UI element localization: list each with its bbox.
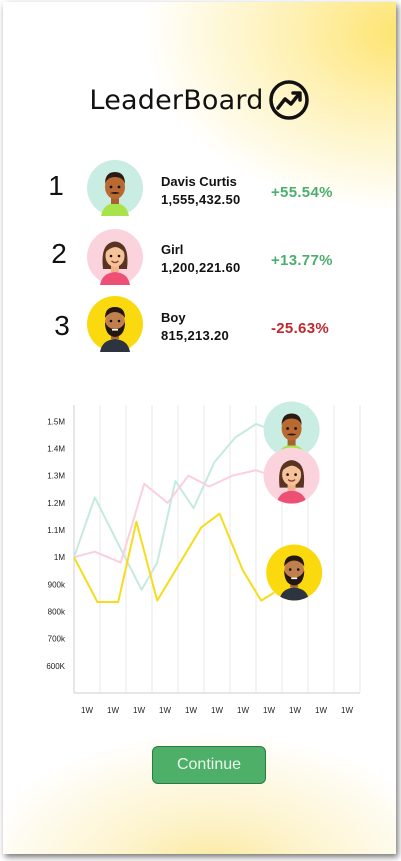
rank-number: 2 [51, 238, 67, 269]
x-tick-label: 1W [107, 706, 119, 715]
x-tick-label: 1W [289, 706, 301, 715]
x-tick-label: 1W [315, 706, 327, 715]
series-line-1 [73, 423, 272, 591]
x-tick-label: 1W [159, 706, 171, 715]
performance-line-chart: 600K 700k 800k 900k 1M 1.1M 1.2M 1.3M 1.4M 1.5M 1W… [46, 401, 361, 715]
leader-change: -25.63% [271, 320, 329, 337]
leader-amount: 815,213.20 [161, 328, 230, 343]
leader-amount: 1,555,432.50 [161, 192, 241, 207]
leader-change: +55.54% [271, 184, 333, 201]
x-tick-label: 1W [81, 706, 93, 715]
series-line-3 [73, 512, 275, 603]
y-tick-label: 1.3M [47, 472, 65, 481]
leader-amount: 1,200,221.60 [161, 260, 241, 275]
x-tick-label: 1W [211, 706, 223, 715]
leader-name: Girl [161, 242, 184, 257]
bearded-man-avatar-icon [87, 296, 143, 352]
y-tick-label: 1M [54, 553, 65, 562]
continue-button[interactable]: Continue [152, 746, 266, 784]
leader-name: Davis Curtis [161, 174, 237, 189]
bearded-man-avatar-icon [266, 544, 323, 601]
leader-row-1[interactable]: 1 Davis Curtis 1,555,432.50 +55.54% [3, 160, 396, 220]
woman-avatar-icon [263, 447, 320, 504]
y-tick-label: 600K [46, 662, 65, 671]
x-tick-label: 1W [341, 706, 353, 715]
y-tick-label: 1.2M [47, 499, 65, 508]
y-tick-label: 1.1M [47, 526, 65, 535]
y-tick-label: 900k [48, 580, 66, 589]
leaderboard-screen: LeaderBoard 1 Davis Curtis 1,555,432.50 … [3, 2, 396, 854]
rank-number: 1 [48, 170, 64, 201]
x-tick-label: 1W [185, 706, 197, 715]
woman-avatar-icon [87, 229, 143, 285]
trending-up-icon [268, 80, 309, 120]
leader-row-3[interactable]: 3 Boy 815,213.20 -25.63% [3, 296, 396, 356]
leader-name: Boy [161, 310, 186, 325]
y-tick-label: 700k [48, 635, 66, 644]
x-tick-label: 1W [133, 706, 145, 715]
y-tick-label: 1.4M [47, 444, 65, 453]
leader-change: +13.77% [271, 252, 333, 269]
x-tick-label: 1W [237, 706, 249, 715]
man-avatar-icon [87, 160, 143, 216]
y-tick-label: 800k [48, 607, 66, 616]
x-tick-label: 1W [263, 706, 275, 715]
rank-number: 3 [54, 310, 70, 341]
page-title: LeaderBoard [89, 84, 264, 116]
y-tick-label: 1.5M [47, 417, 65, 426]
header: LeaderBoard [3, 78, 396, 122]
leader-row-2[interactable]: 2 Girl 1,200,221.60 +13.77% [3, 228, 396, 288]
